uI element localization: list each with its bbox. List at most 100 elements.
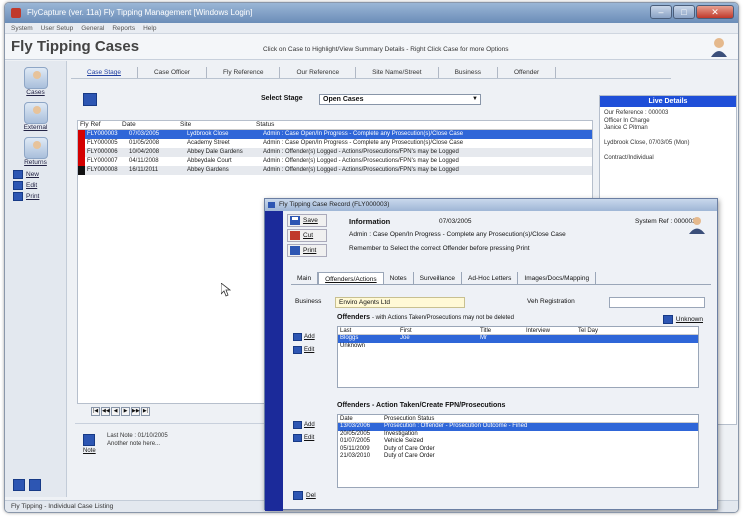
prev-page-button[interactable]: ◀◀ [101, 407, 110, 416]
offender-first: Joe [400, 335, 410, 341]
dialog-print-button[interactable]: Print [287, 244, 327, 257]
page-title: Fly Tipping Cases [11, 38, 140, 55]
row-date: 04/11/2008 [129, 158, 159, 164]
save-button[interactable]: Save [287, 214, 327, 227]
note-button[interactable]: Note [83, 434, 96, 454]
tab-offender[interactable]: Offender [498, 67, 557, 78]
tab-main[interactable]: Main [291, 272, 319, 284]
menu-help[interactable]: Help [143, 23, 156, 33]
grid-view-icon[interactable] [13, 479, 25, 491]
edit-button[interactable]: Edit [13, 181, 66, 190]
dialog-tabs: Main Offenders/Actions Notes Surveillanc… [291, 272, 711, 285]
col-site[interactable]: Site [180, 121, 256, 129]
external-button[interactable]: External [5, 102, 66, 131]
table-row[interactable]: FLY000008 16/11/2011 Abbey Gardens Admin : … [78, 166, 592, 175]
add-action-button[interactable]: Add [293, 420, 315, 430]
minimize-button[interactable]: – [650, 5, 672, 19]
hint-text: Click on Case to Highlight/View Summary … [263, 46, 509, 53]
info-block: Information 07/03/2005 System Ref : 0000… [335, 214, 711, 252]
table-row[interactable]: FLY000007 04/11/2008 Abbeydale Court Admin … [78, 157, 592, 166]
row-date: 01/05/2008 [129, 140, 160, 146]
new-button[interactable]: New [13, 170, 66, 179]
table-row[interactable]: FLY000006 10/04/2008 Abbey Dale Gardens Adm… [78, 148, 592, 157]
tab-business[interactable]: Business [439, 67, 498, 78]
grid-header: Fly Ref Date Site Status [78, 121, 592, 130]
tab-images-docs[interactable]: Images/Docs/Mapping [518, 272, 597, 284]
edit-offender-button[interactable]: Edit [293, 345, 315, 355]
action-row[interactable]: 21/03/2010 Duty of Care Order [338, 453, 698, 461]
status-marker [78, 166, 85, 175]
delete-button[interactable]: Del [293, 491, 316, 500]
user-icon[interactable] [710, 37, 728, 57]
menu-system[interactable]: System [11, 23, 33, 33]
offender-row[interactable]: Unknown [338, 343, 698, 351]
col-interview: Interview [526, 328, 551, 334]
note-text: Another note here... [107, 441, 161, 447]
window-title: FlyCapture (ver. 11a) Fly Tipping Manage… [27, 8, 253, 17]
calendar-icon[interactable] [83, 93, 97, 106]
row-site: Abbeydale Court [187, 158, 232, 164]
tab-our-reference[interactable]: Our Reference [280, 67, 357, 78]
col-status[interactable]: Status [256, 121, 592, 129]
external-icon [23, 102, 48, 124]
live-line: Contract/Individual [604, 155, 654, 161]
tab-case-officer[interactable]: Case Officer [138, 67, 207, 78]
tab-fly-reference[interactable]: Fly Reference [207, 67, 281, 78]
action-date: 13/03/2006 [340, 423, 371, 429]
prev-record-button[interactable]: ◀ [111, 407, 120, 416]
menu-user-setup[interactable]: User Setup [41, 23, 74, 33]
cut-icon [290, 231, 300, 240]
offenders-subtitle: - with Actions Taken/Prosecutions may no… [372, 315, 514, 321]
col-fly-ref[interactable]: Fly Ref [78, 121, 122, 129]
list-view-icon[interactable] [29, 479, 41, 491]
row-date: 16/11/2011 [129, 167, 159, 173]
maximize-button[interactable]: □ [673, 5, 695, 19]
col-date[interactable]: Date [122, 121, 180, 129]
unknown-button[interactable]: Unknown [662, 315, 703, 324]
close-button[interactable]: ✕ [696, 5, 734, 19]
row-fly-ref: FLY000007 [87, 158, 118, 164]
veh-registration-field[interactable] [609, 297, 705, 308]
action-row[interactable]: 05/11/2009 Duty of Care Order [338, 446, 698, 454]
live-line: Officer In Charge [604, 117, 650, 124]
print-button[interactable]: Print [13, 192, 66, 201]
action-date: 05/11/2009 [340, 445, 370, 452]
edit-icon [293, 346, 302, 354]
tab-offenders-actions[interactable]: Offenders/Actions [318, 272, 384, 284]
offender-row[interactable]: Bloggs Joe Mr [338, 335, 698, 343]
action-row[interactable]: 13/03/2006 Prosecution : Offender - Prose… [338, 423, 698, 431]
table-row[interactable]: FLY000003 07/03/2005 Lydbrook Close Admin :… [78, 130, 592, 139]
next-page-button[interactable]: ▶▶ [131, 407, 140, 416]
action-row[interactable]: 20/05/2005 Investigation [338, 431, 698, 439]
table-row[interactable]: FLY000005 01/05/2008 Academy Street Admin :… [78, 139, 592, 148]
returns-button[interactable]: Returns [5, 137, 66, 166]
business-field[interactable]: Enviro Agents Ltd [335, 297, 465, 308]
action-status: Duty of Care Order [384, 445, 435, 452]
first-record-button[interactable]: |◀ [91, 407, 100, 416]
tab-notes[interactable]: Notes [384, 272, 414, 284]
menu-general[interactable]: General [81, 23, 104, 33]
tab-surveillance[interactable]: Surveillance [414, 272, 463, 284]
save-label: Save [303, 217, 318, 224]
offenders-list: Last First Title Interview Tel Day Blogg… [337, 326, 699, 388]
row-site: Abbey Dale Gardens [187, 149, 243, 155]
tab-case-stage[interactable]: Case Stage [71, 67, 138, 78]
col-tel-day: Tel Day [578, 328, 599, 334]
case-status: Admin : Case Open/In Progress - Complete… [349, 231, 566, 238]
next-record-button[interactable]: ▶ [121, 407, 130, 416]
row-site: Academy Street [187, 140, 230, 146]
last-record-button[interactable]: ▶| [141, 407, 150, 416]
stage-select[interactable]: Open Cases ▼ [319, 94, 481, 105]
print-icon [290, 246, 300, 255]
edit-action-button[interactable]: Edit [293, 433, 315, 443]
tab-adhoc-letters[interactable]: Ad-Hoc Letters [462, 272, 519, 284]
veh-label: Veh Registration [527, 298, 575, 305]
page-header: Fly Tipping Cases Click on Case to Highl… [5, 34, 738, 60]
offenders-header: Last First Title Interview Tel Day [338, 327, 698, 335]
cut-button[interactable]: Cut [287, 229, 327, 242]
cases-button[interactable]: Cases [5, 67, 66, 96]
action-row[interactable]: 01/07/2005 Vehicle Seized [338, 438, 698, 446]
menu-reports[interactable]: Reports [112, 23, 135, 33]
add-offender-button[interactable]: Add [293, 332, 315, 342]
tab-site-name[interactable]: Site Name/Street [356, 67, 439, 78]
